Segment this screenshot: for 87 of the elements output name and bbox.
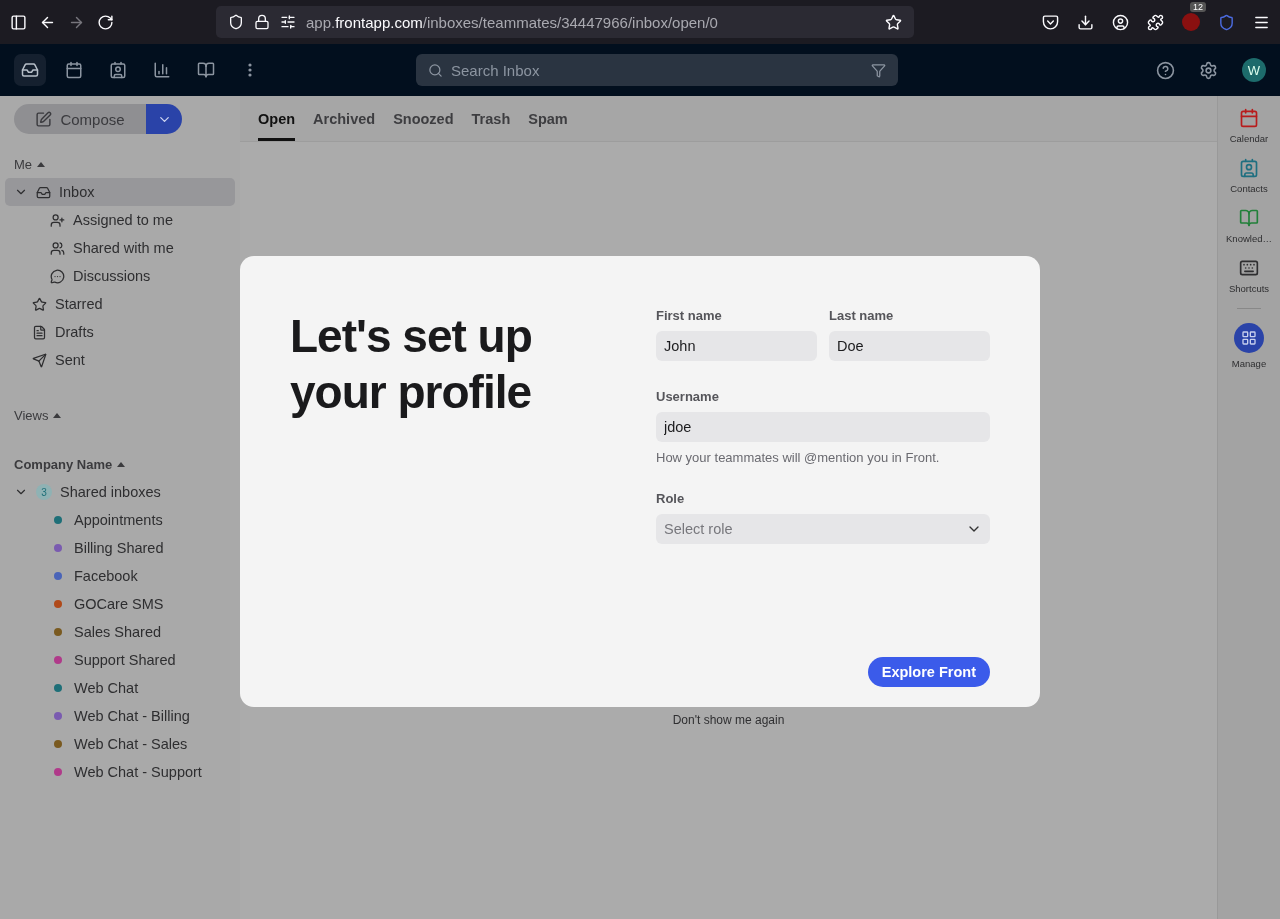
paper-plane-icon bbox=[32, 352, 47, 368]
inbox-nav-button[interactable] bbox=[14, 54, 46, 86]
contact-card-icon bbox=[1239, 158, 1259, 178]
explore-button[interactable]: Explore Front bbox=[867, 657, 990, 687]
input-field[interactable]: John bbox=[656, 331, 817, 361]
rail-app-button[interactable]: Knowled… bbox=[1226, 208, 1272, 244]
sidebar-item[interactable]: Starred bbox=[5, 290, 235, 318]
search-field[interactable]: Search Inbox bbox=[416, 54, 898, 86]
sidebar-item[interactable]: Web Chat - Sales bbox=[5, 730, 235, 758]
reload-icon[interactable] bbox=[97, 13, 114, 31]
sidebar-item[interactable]: Billing Shared bbox=[5, 534, 235, 562]
sidebar-item[interactable]: Web Chat - Billing bbox=[5, 702, 235, 730]
bar-chart-icon bbox=[153, 61, 171, 79]
rail-app-button[interactable]: Contacts bbox=[1230, 158, 1268, 194]
star-icon bbox=[32, 296, 47, 312]
bookmark-star-icon[interactable] bbox=[885, 13, 902, 31]
contact-card-icon bbox=[109, 61, 127, 79]
inbox-icon bbox=[36, 184, 51, 200]
download-icon[interactable] bbox=[1077, 13, 1094, 31]
collapse-icon bbox=[53, 413, 62, 418]
notification-badge: 12 bbox=[1190, 2, 1206, 12]
tab[interactable]: Trash bbox=[471, 96, 511, 141]
extensions-icon[interactable] bbox=[1147, 13, 1164, 31]
sidebar-item[interactable]: Discussions bbox=[5, 262, 235, 290]
count-badge: 3 bbox=[36, 484, 52, 500]
more-icon bbox=[248, 63, 252, 77]
sidebar-item[interactable]: Support Shared bbox=[5, 646, 235, 674]
inbox-icon bbox=[21, 61, 39, 79]
person-arrow-icon bbox=[50, 212, 65, 228]
sidebar-item[interactable]: Web Chat - Support bbox=[5, 758, 235, 786]
book-icon bbox=[197, 61, 215, 79]
sidebar-item[interactable]: Inbox bbox=[5, 178, 235, 206]
lock-icon bbox=[254, 14, 270, 30]
section-header[interactable]: Views bbox=[5, 408, 235, 423]
account-icon[interactable] bbox=[1112, 13, 1129, 31]
pen-square-icon bbox=[35, 110, 53, 128]
field-label: Username bbox=[656, 389, 720, 404]
select-field[interactable]: Select role bbox=[656, 514, 990, 544]
sidebar-icon[interactable] bbox=[10, 13, 27, 31]
people-icon bbox=[50, 240, 65, 256]
calendar-icon bbox=[65, 61, 83, 79]
sidebar-item[interactable]: Assigned to me bbox=[5, 206, 235, 234]
sidebar-item[interactable]: 3 Shared inboxes bbox=[5, 478, 235, 506]
dialog-title: Let's set up your profile bbox=[290, 309, 533, 420]
sidebar-item[interactable]: Sales Shared bbox=[5, 618, 235, 646]
shield-icon bbox=[228, 14, 244, 30]
rail-app-button[interactable]: Calendar bbox=[1229, 108, 1269, 144]
field-hint: How your teammates will @mention you in Front. bbox=[656, 450, 941, 465]
shield-extension-icon[interactable] bbox=[1218, 13, 1235, 31]
document-icon bbox=[32, 324, 47, 340]
compose-dropdown-button[interactable] bbox=[146, 104, 182, 134]
field-label: First name bbox=[656, 308, 723, 323]
search-icon bbox=[428, 62, 443, 78]
input-field[interactable]: jdoe bbox=[656, 412, 990, 442]
sidebar-item[interactable]: Shared with me bbox=[5, 234, 235, 262]
dismiss-link[interactable]: Don't show me again bbox=[672, 713, 785, 727]
calendar-icon bbox=[1239, 108, 1259, 128]
compose-button[interactable]: Compose bbox=[14, 104, 146, 134]
grid-icon bbox=[1241, 330, 1257, 346]
keyboard-icon bbox=[1239, 258, 1259, 278]
sidebar-item[interactable]: GOCare SMS bbox=[5, 590, 235, 618]
tab[interactable]: Spam bbox=[528, 96, 568, 141]
address-bar[interactable]: app.frontapp.com/inboxes/teammates/34447966/inbox/open/0 bbox=[216, 6, 914, 38]
sidebar-item[interactable]: Sent bbox=[5, 346, 235, 374]
collapse-icon bbox=[117, 462, 126, 467]
tab[interactable]: Open bbox=[258, 96, 296, 141]
collapse-icon bbox=[37, 162, 46, 167]
field-label: Last name bbox=[829, 308, 895, 323]
field-label: Role bbox=[656, 491, 686, 506]
rail-app-button[interactable]: Shortcuts bbox=[1228, 258, 1270, 294]
sidebar-item[interactable]: Web Chat bbox=[5, 674, 235, 702]
sidebar-item[interactable]: Facebook bbox=[5, 562, 235, 590]
section-header[interactable]: Me bbox=[5, 157, 235, 172]
input-field[interactable]: Doe bbox=[829, 331, 990, 361]
tab[interactable]: Archived bbox=[313, 96, 376, 141]
sidebar-item[interactable]: Drafts bbox=[5, 318, 235, 346]
help-icon[interactable] bbox=[1156, 60, 1175, 80]
settings-icon[interactable] bbox=[1199, 60, 1218, 80]
user-avatar[interactable]: W bbox=[1242, 58, 1266, 82]
speech-bubble-icon bbox=[50, 268, 65, 284]
sidebar-item[interactable]: Appointments bbox=[5, 506, 235, 534]
book-icon bbox=[1239, 208, 1259, 228]
filter-icon[interactable] bbox=[871, 62, 886, 78]
tab[interactable]: Snoozed bbox=[393, 96, 454, 141]
section-header[interactable]: Company Name bbox=[5, 457, 235, 472]
permissions-icon[interactable] bbox=[280, 14, 296, 30]
pocket-icon[interactable] bbox=[1042, 13, 1059, 31]
